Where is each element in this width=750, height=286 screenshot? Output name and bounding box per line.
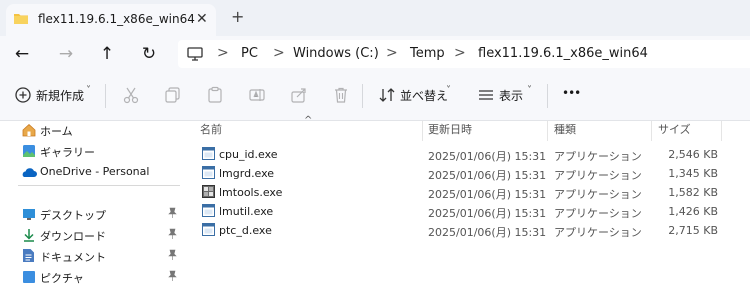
more-options-button[interactable]: •••	[562, 86, 581, 100]
breadcrumb-pc[interactable]: PC	[241, 46, 258, 61]
chevron-down-icon: ˅	[527, 85, 532, 96]
file-modified: 2025/01/06(月) 15:31	[428, 226, 547, 239]
table-row[interactable]: ptc_d.exe 2025/01/06(月) 15:31 アプリケーション 2…	[184, 221, 750, 240]
forward-button[interactable]: →	[55, 43, 77, 65]
home-icon	[22, 123, 36, 137]
table-row[interactable]: lmutil.exe 2025/01/06(月) 15:31 アプリケーション …	[184, 202, 750, 221]
column-divider[interactable]	[721, 121, 722, 141]
tab-active[interactable]: flex11.19.6.1_x86e_win64 ✕	[6, 4, 216, 36]
breadcrumb-separator: >	[273, 45, 285, 61]
file-name: lmgrd.exe	[219, 167, 275, 180]
file-size: 2,715 KB	[668, 224, 718, 237]
pc-icon	[187, 47, 203, 61]
sort-icon	[379, 88, 395, 102]
onedrive-icon	[22, 168, 37, 177]
new-tab-button[interactable]: +	[231, 7, 244, 26]
command-bar: 新規作成 ˅ 並べ替え ˅ 表示 ˅ •••	[0, 72, 750, 121]
sidebar-item-label: ピクチャ	[40, 272, 84, 285]
exe-file-icon	[202, 204, 215, 217]
table-row[interactable]: cpu_id.exe 2025/01/06(月) 15:31 アプリケーション …	[184, 145, 750, 164]
breadcrumb-temp[interactable]: Temp	[410, 46, 445, 61]
file-size: 1,345 KB	[668, 167, 718, 180]
column-divider[interactable]	[651, 121, 652, 141]
pin-icon[interactable]	[168, 270, 177, 284]
sidebar-item-label: ホーム	[40, 125, 73, 138]
file-size: 1,582 KB	[668, 186, 718, 199]
file-name: lmutil.exe	[219, 205, 274, 218]
column-divider[interactable]	[422, 121, 423, 141]
pictures-icon	[23, 271, 35, 283]
up-button[interactable]: ↑	[96, 43, 118, 65]
file-name: ptc_d.exe	[219, 224, 272, 237]
chevron-down-icon: ˅	[446, 85, 451, 96]
view-button[interactable]: 表示	[499, 87, 523, 104]
close-tab-icon[interactable]: ✕	[196, 11, 208, 27]
breadcrumb-current-folder[interactable]: flex11.19.6.1_x86e_win64	[478, 46, 648, 61]
add-circle-icon	[15, 87, 31, 103]
view-icon	[479, 90, 493, 100]
download-icon	[24, 229, 34, 242]
column-header-type[interactable]: 種類	[554, 121, 576, 137]
column-header-name[interactable]: 名前	[200, 121, 222, 137]
sidebar-item-label: OneDrive - Personal	[40, 165, 150, 178]
chevron-down-icon: ˅	[86, 85, 91, 96]
file-name: cpu_id.exe	[219, 148, 278, 161]
file-modified: 2025/01/06(月) 15:31	[428, 207, 547, 220]
tab-bar: flex11.19.6.1_x86e_win64 ✕ +	[0, 0, 750, 36]
lmtools-app-icon	[202, 185, 215, 198]
delete-icon[interactable]	[332, 86, 350, 104]
file-modified: 2025/01/06(月) 15:31	[428, 169, 547, 182]
breadcrumb-separator: >	[454, 45, 466, 61]
address-bar[interactable]: > PC > Windows (C:) > Temp > flex11.19.6…	[178, 40, 750, 68]
breadcrumb-separator: >	[386, 45, 398, 61]
column-header-modified[interactable]: 更新日時	[428, 121, 472, 137]
exe-file-icon	[202, 223, 215, 236]
pin-icon[interactable]	[168, 207, 177, 221]
rename-icon[interactable]	[248, 86, 266, 104]
file-size: 2,546 KB	[668, 148, 718, 161]
sidebar-item-label: ドキュメント	[40, 251, 106, 264]
sidebar-divider	[18, 185, 180, 186]
new-button[interactable]: 新規作成	[36, 87, 84, 104]
sort-ascending-icon: ^	[304, 115, 313, 126]
table-row[interactable]: lmtools.exe 2025/01/06(月) 15:31 アプリケーション…	[184, 183, 750, 202]
table-row[interactable]: lmgrd.exe 2025/01/06(月) 15:31 アプリケーション 1…	[184, 164, 750, 183]
refresh-button[interactable]: ↻	[138, 43, 160, 65]
file-modified: 2025/01/06(月) 15:31	[428, 150, 547, 163]
toolbar-divider	[547, 84, 548, 108]
column-divider[interactable]	[547, 121, 548, 141]
back-button[interactable]: ←	[11, 43, 33, 65]
file-list: ^ 名前 更新日時 種類 サイズ cpu_id.exe 2025/01/06(月…	[184, 115, 750, 276]
sidebar-item-label: デスクトップ	[40, 209, 106, 222]
pin-icon[interactable]	[168, 249, 177, 263]
gallery-icon	[23, 145, 35, 157]
paste-icon[interactable]	[206, 86, 224, 104]
copy-icon[interactable]	[164, 86, 182, 104]
file-size: 1,426 KB	[668, 205, 718, 218]
folder-icon	[14, 14, 28, 24]
cut-icon[interactable]	[122, 86, 140, 104]
navigation-bar: ← → ↑ ↻ > PC > Windows (C:) > Temp > fle…	[0, 36, 750, 72]
navigation-pane: ホーム ギャラリー OneDrive - Personal デスクトップ ダウン…	[0, 121, 184, 285]
exe-file-icon	[202, 166, 215, 179]
sidebar-item-label: ギャラリー	[40, 146, 95, 159]
toolbar-divider	[105, 84, 106, 108]
exe-file-icon	[202, 147, 215, 160]
pin-icon[interactable]	[168, 228, 177, 242]
sort-button[interactable]: 並べ替え	[400, 87, 448, 104]
sidebar-item-label: ダウンロード	[40, 230, 106, 243]
column-header-size[interactable]: サイズ	[658, 121, 691, 137]
document-icon	[23, 249, 34, 262]
desktop-icon	[23, 209, 35, 220]
breadcrumb-separator: >	[217, 45, 229, 61]
file-modified: 2025/01/06(月) 15:31	[428, 188, 547, 201]
share-icon[interactable]	[290, 86, 308, 104]
breadcrumb-windows-c[interactable]: Windows (C:)	[293, 46, 379, 61]
tab-title: flex11.19.6.1_x86e_win64	[38, 12, 195, 26]
file-name: lmtools.exe	[219, 186, 283, 199]
toolbar-divider	[362, 84, 363, 108]
